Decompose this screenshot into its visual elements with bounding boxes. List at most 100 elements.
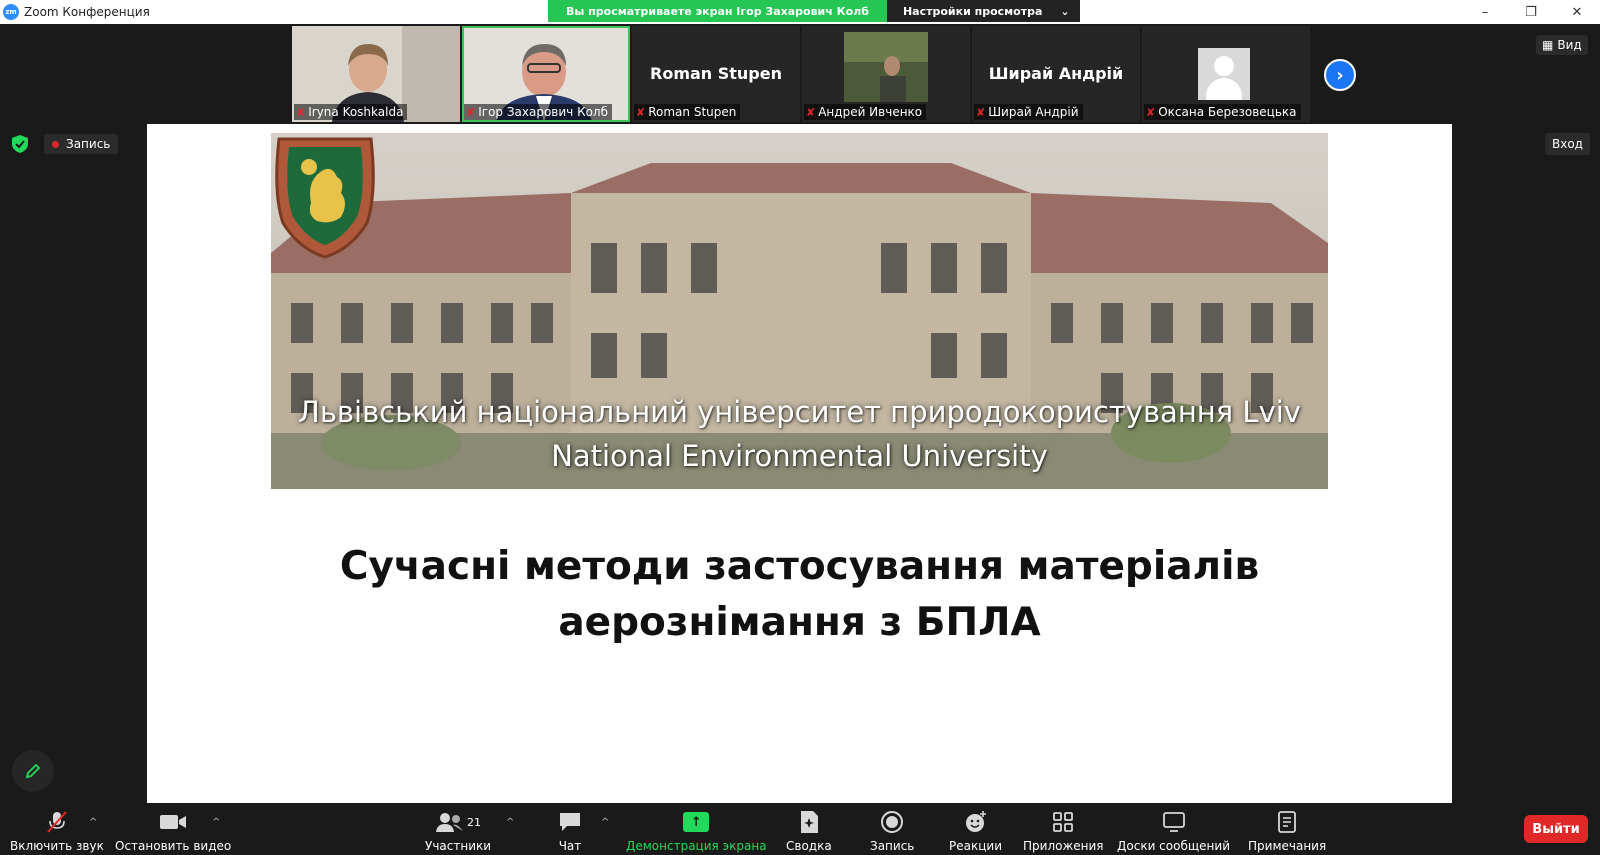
recording-indicator[interactable]: Запись bbox=[44, 134, 119, 154]
mic-muted-icon: ✘ bbox=[636, 105, 646, 119]
slide-title-line2: аерознімання з БПЛА bbox=[558, 600, 1041, 645]
share-screen-button[interactable]: ↑ Демонстрация экрана bbox=[626, 809, 767, 853]
record-label: Запись bbox=[870, 839, 915, 853]
university-banner-image: Львівський національний університет прир… bbox=[271, 133, 1328, 489]
university-name-line1: Львівський національний університет прир… bbox=[298, 395, 1301, 429]
share-screen-label: Демонстрация экрана bbox=[626, 839, 767, 853]
unmute-label: Включить звук bbox=[10, 839, 104, 853]
participants-options-caret-icon[interactable]: ^ bbox=[506, 817, 514, 828]
university-name-line2: National Environmental University bbox=[551, 439, 1048, 473]
minimize-button[interactable]: – bbox=[1462, 0, 1508, 24]
recording-label: Запись bbox=[66, 137, 111, 151]
viewing-screen-label: Вы просматриваете экран Ігор Захарович К… bbox=[548, 0, 887, 22]
video-options-caret-icon[interactable]: ^ bbox=[212, 817, 220, 828]
leave-meeting-button[interactable]: Выйти bbox=[1524, 815, 1588, 843]
participant-name: Roman Stupen bbox=[648, 105, 737, 119]
university-crest-icon bbox=[275, 137, 375, 259]
university-building-image bbox=[271, 133, 1328, 489]
chevron-right-icon: › bbox=[1336, 64, 1344, 86]
default-avatar-icon bbox=[1198, 48, 1250, 100]
close-button[interactable]: ✕ bbox=[1554, 0, 1600, 24]
grid-icon: ▦ bbox=[1542, 38, 1554, 52]
participants-icon: 21 bbox=[435, 809, 481, 835]
reactions-button[interactable]: Реакции bbox=[949, 809, 1002, 853]
participant-tile[interactable]: ✘ Оксана Березовецька bbox=[1142, 26, 1310, 122]
window-title: Zoom Конференция bbox=[24, 5, 150, 19]
apps-label: Приложения bbox=[1023, 839, 1104, 853]
view-settings-button[interactable]: Настройки просмотра ⌄ bbox=[886, 0, 1080, 22]
view-settings-label: Настройки просмотра bbox=[902, 4, 1043, 18]
annotate-button[interactable] bbox=[12, 750, 54, 792]
participants-label: Участники bbox=[425, 839, 492, 853]
participant-name-tag: ✘ Ігор Захарович Колб bbox=[464, 104, 613, 120]
participant-name-tag: ✘ Iryna Koshkalda bbox=[294, 104, 408, 120]
notes-icon bbox=[1276, 809, 1298, 835]
mic-muted-icon: ✘ bbox=[806, 105, 816, 119]
participant-name: Ігор Захарович Колб bbox=[478, 105, 609, 119]
view-label: Вид bbox=[1557, 38, 1582, 52]
apps-icon bbox=[1051, 809, 1075, 835]
participant-name: Iryna Koshkalda bbox=[308, 105, 404, 119]
participant-strip: ✘ Iryna Koshkalda ✘ Ігор Захарович Колб … bbox=[292, 26, 1310, 122]
participant-display-name: Ширай Андрій bbox=[988, 64, 1124, 83]
participant-tile[interactable]: ✘ Iryna Koshkalda bbox=[292, 26, 460, 122]
slide-title: Сучасні методи застосування матеріалів а… bbox=[147, 539, 1452, 651]
participants-button[interactable]: 21 Участники bbox=[425, 809, 491, 853]
whiteboards-button[interactable]: Доски сообщений bbox=[1117, 809, 1230, 853]
next-participants-button[interactable]: › bbox=[1324, 59, 1356, 91]
summary-button[interactable]: Сводка bbox=[786, 809, 832, 853]
notes-button[interactable]: Примечания bbox=[1248, 809, 1326, 853]
participant-tile[interactable]: Ширай Андрій ✘ Ширай Андрій bbox=[972, 26, 1140, 122]
audio-options-caret-icon[interactable]: ^ bbox=[89, 817, 97, 828]
participant-name: Андрей Ивченко bbox=[818, 105, 923, 119]
apps-button[interactable]: Приложения bbox=[1023, 809, 1104, 853]
notes-label: Примечания bbox=[1248, 839, 1327, 853]
summary-sparkle-icon bbox=[798, 809, 820, 835]
participant-name: Оксана Березовецька bbox=[1158, 105, 1297, 119]
unmute-button[interactable]: Включить звук bbox=[10, 809, 104, 853]
reactions-label: Реакции bbox=[949, 839, 1002, 853]
zoom-logo-icon: zm bbox=[3, 4, 19, 20]
view-button[interactable]: ▦ Вид bbox=[1536, 35, 1588, 55]
participants-count: 21 bbox=[467, 815, 482, 829]
participant-name-tag: ✘ Андрей Ивченко bbox=[804, 104, 927, 120]
chevron-down-icon: ⌄ bbox=[1060, 4, 1070, 18]
record-dot-icon bbox=[52, 140, 59, 148]
mic-muted-icon: ✘ bbox=[466, 105, 476, 119]
meeting-toolbar: Включить звук ^ Остановить видео ^ 21 Уч… bbox=[0, 803, 1600, 855]
video-camera-icon bbox=[159, 809, 187, 835]
slide-title-line1: Сучасні методи застосування матеріалів bbox=[339, 544, 1260, 589]
smiley-icon bbox=[964, 809, 988, 835]
maximize-button[interactable]: ❐ bbox=[1508, 0, 1554, 24]
mic-muted-icon: ✘ bbox=[1146, 105, 1156, 119]
participant-name: Ширай Андрій bbox=[988, 105, 1079, 119]
share-screen-icon: ↑ bbox=[683, 809, 710, 835]
screen-share-banner: Вы просматриваете экран Ігор Захарович К… bbox=[548, 0, 1080, 22]
mic-muted-icon bbox=[44, 809, 70, 835]
whiteboards-label: Доски сообщений bbox=[1117, 839, 1230, 853]
shield-check-icon[interactable] bbox=[12, 135, 28, 153]
mic-muted-icon: ✘ bbox=[296, 105, 306, 119]
stop-video-button[interactable]: Остановить видео bbox=[115, 809, 231, 853]
record-icon bbox=[880, 809, 904, 835]
mic-muted-icon: ✘ bbox=[976, 105, 986, 119]
window-controls: – ❐ ✕ bbox=[1462, 0, 1600, 24]
stop-video-label: Остановить видео bbox=[115, 839, 232, 853]
participant-tile[interactable]: ✘ Андрей Ивченко bbox=[802, 26, 970, 122]
chat-label: Чат bbox=[558, 839, 582, 853]
participant-tile[interactable]: Roman Stupen ✘ Roman Stupen bbox=[632, 26, 800, 122]
participant-name-tag: ✘ Roman Stupen bbox=[634, 104, 741, 120]
participant-name-tag: ✘ Ширай Андрій bbox=[974, 104, 1083, 120]
whiteboard-icon bbox=[1162, 809, 1186, 835]
chat-button[interactable]: Чат bbox=[558, 809, 582, 853]
participant-tile[interactable]: ✘ Ігор Захарович Колб bbox=[462, 26, 630, 122]
record-button[interactable]: Запись bbox=[870, 809, 914, 853]
shared-slide: Львівський національний університет прир… bbox=[147, 124, 1452, 803]
participant-name-tag: ✘ Оксана Березовецька bbox=[1144, 104, 1301, 120]
chat-options-caret-icon[interactable]: ^ bbox=[601, 817, 609, 828]
enter-button[interactable]: Вход bbox=[1545, 133, 1590, 155]
participant-display-name: Roman Stupen bbox=[650, 64, 782, 83]
summary-label: Сводка bbox=[786, 839, 832, 853]
chat-bubble-icon bbox=[558, 809, 582, 835]
pencil-icon bbox=[25, 763, 41, 779]
